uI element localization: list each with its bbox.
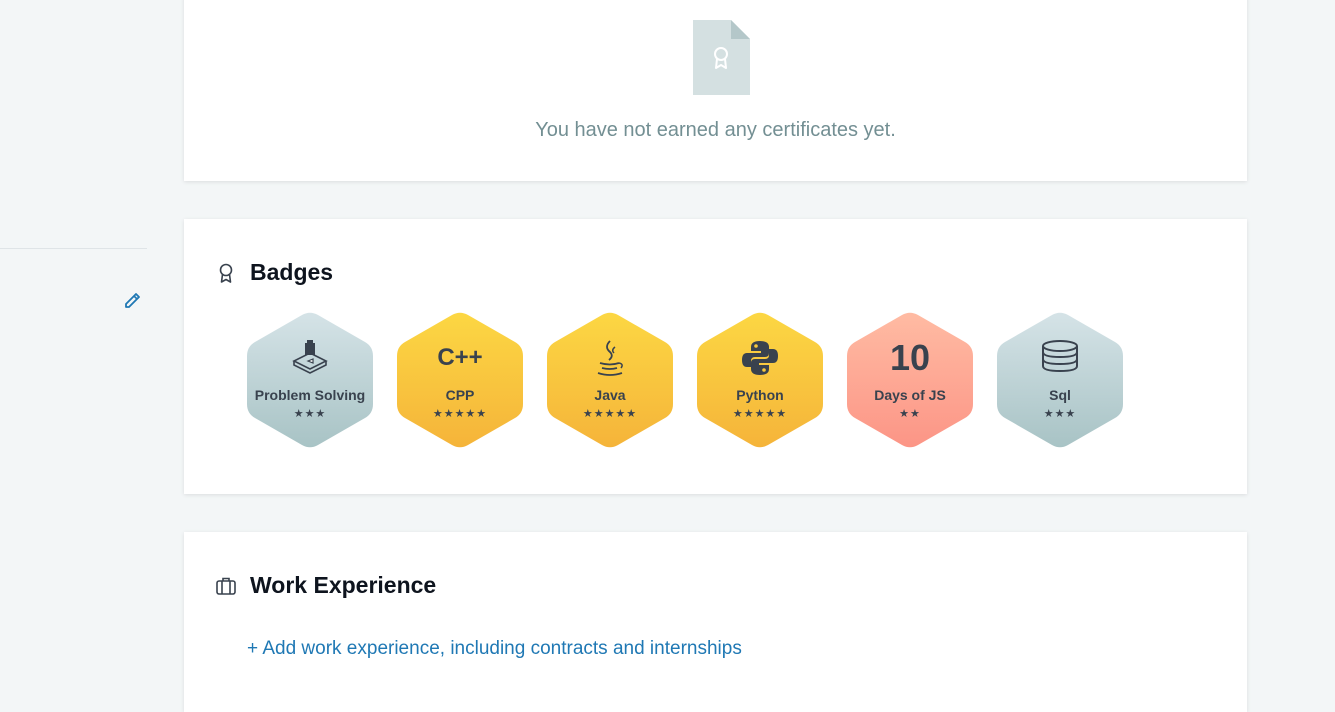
certificate-document-icon <box>693 20 750 95</box>
badge-sql[interactable]: Sql ★★★ <box>997 311 1123 449</box>
ten-days-icon: 10 <box>889 337 931 378</box>
badge-label: Python <box>736 387 784 403</box>
badge-hexagon <box>697 312 823 448</box>
add-work-experience-link[interactable]: + Add work experience, including contrac… <box>247 638 742 660</box>
edit-pencil-icon[interactable] <box>122 290 144 312</box>
certificates-empty-message: You have not earned any certificates yet… <box>535 119 896 141</box>
badge-label: Days of JS <box>874 387 946 403</box>
badge-stars: ★★★★★ <box>432 408 488 420</box>
work-experience-title: Work Experience <box>250 572 437 598</box>
work-experience-card: Work Experience + Add work experience, i… <box>184 532 1247 712</box>
badge-stars: ★★★★★ <box>732 408 788 420</box>
badge-hexagon <box>997 312 1123 448</box>
work-experience-header: Work Experience <box>215 572 436 599</box>
badge-hexagon <box>847 312 973 448</box>
badge-stars: ★★★ <box>293 408 327 420</box>
briefcase-icon <box>215 575 237 597</box>
award-ribbon-icon <box>215 262 237 284</box>
java-icon <box>547 339 673 377</box>
badges-header: Badges <box>215 259 333 286</box>
badge-hexagon <box>547 312 673 448</box>
badge-hexagon <box>397 312 523 448</box>
badge-label: Java <box>594 387 626 403</box>
badge-cpp[interactable]: C++ CPP ★★★★★ <box>397 311 523 449</box>
badge-label: CPP <box>445 387 475 403</box>
badge-python[interactable]: Python ★★★★★ <box>697 311 823 449</box>
badge-problem-solving[interactable]: Problem Solving ★★★ <box>247 311 373 449</box>
badge-java[interactable]: Java ★★★★★ <box>547 311 673 449</box>
certificates-card: You have not earned any certificates yet… <box>184 0 1247 181</box>
cpp-icon: C++ <box>437 344 483 371</box>
badges-card: Badges Problem Solving ★★★ C++ CPP ★★★★★… <box>184 219 1247 494</box>
badge-stars: ★★★ <box>1043 408 1077 420</box>
badge-hexagon <box>247 312 373 448</box>
badge-stars: ★★ <box>899 408 921 420</box>
badge-label: Problem Solving <box>254 387 366 403</box>
problem-solving-icon <box>247 339 373 377</box>
sidebar-divider <box>0 248 147 249</box>
python-icon <box>697 339 823 377</box>
badges-title: Badges <box>250 259 334 285</box>
badge-stars: ★★★★★ <box>582 408 638 420</box>
database-icon <box>997 339 1123 377</box>
badge-label: Sql <box>1049 387 1071 403</box>
badge-days-of-js[interactable]: 10 Days of JS ★★ <box>847 311 973 449</box>
